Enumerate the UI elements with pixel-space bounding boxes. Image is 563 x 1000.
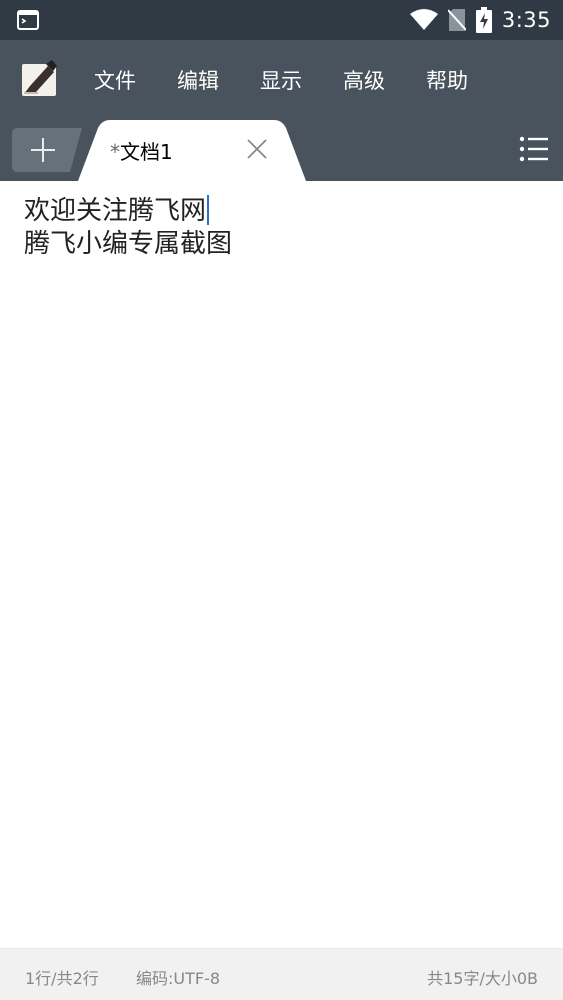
editor-line-text[interactable]: 腾飞小编专属截图 (24, 229, 232, 259)
tab-strip: *文档1 (0, 120, 563, 181)
tab-title-text: 文档1 (120, 140, 173, 164)
char-size-count: 共15字/大小0B (427, 969, 538, 988)
new-tab-button[interactable] (12, 128, 84, 172)
editor-line-text[interactable]: 欢迎关注腾飞网 (24, 196, 206, 226)
wifi-icon (409, 9, 438, 30)
editor-line[interactable]: 欢迎关注腾飞网 (24, 195, 210, 227)
toolbar: 文件 编辑 显示 高级 帮助 (0, 40, 563, 120)
menu-edit[interactable]: 编辑 (177, 65, 219, 95)
encoding-label[interactable]: 编码:UTF-8 (136, 965, 220, 989)
battery-charging-icon (475, 7, 492, 33)
app-logo-icon[interactable] (20, 58, 58, 98)
status-bar: 3:35 (0, 0, 563, 40)
line-count: 1行/共2行 (25, 969, 99, 988)
editor-area[interactable]: 欢迎关注腾飞网 腾飞小编专属截图 (0, 181, 563, 948)
tab-title: *文档1 (110, 136, 173, 165)
unsaved-marker: * (110, 140, 120, 164)
editor-line[interactable]: 腾飞小编专属截图 (24, 228, 232, 260)
menu-help[interactable]: 帮助 (426, 65, 468, 95)
status-right: 3:35 (409, 0, 551, 40)
menu-view[interactable]: 显示 (260, 65, 302, 95)
tab-document[interactable]: *文档1 (78, 120, 308, 181)
menu-bar: 文件 编辑 显示 高级 帮助 (94, 40, 509, 120)
terminal-icon (17, 10, 39, 30)
status-time: 3:35 (501, 8, 551, 32)
no-sim-icon (447, 9, 466, 31)
status-footer: 1行/共2行 编码:UTF-8 共15字/大小0B (0, 948, 563, 1000)
menu-advanced[interactable]: 高级 (343, 65, 385, 95)
menu-file[interactable]: 文件 (94, 65, 136, 95)
close-icon[interactable] (246, 138, 268, 160)
list-menu-icon[interactable] (519, 134, 549, 164)
text-cursor (207, 195, 210, 225)
